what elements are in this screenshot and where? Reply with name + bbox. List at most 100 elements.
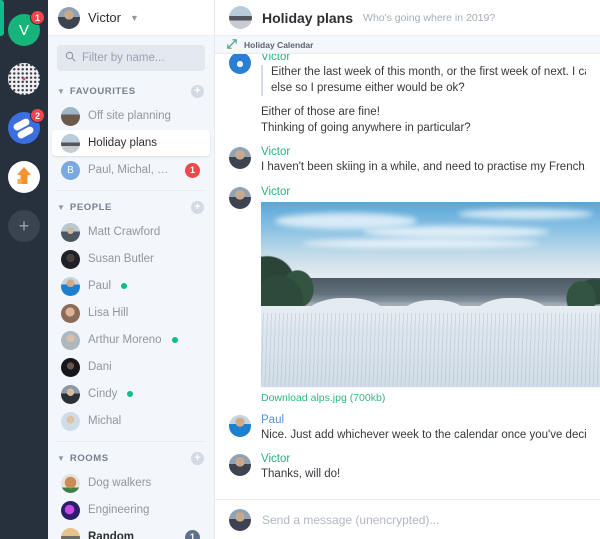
avatar: [61, 358, 80, 377]
message-sender: Victor: [261, 54, 586, 65]
avatar: [61, 304, 80, 323]
list-item[interactable]: Holiday plans: [52, 130, 210, 156]
space-avatar-arrow[interactable]: [8, 161, 40, 193]
list-item[interactable]: Dani: [52, 354, 210, 380]
message-text: I haven't been skiing in a while, and ne…: [261, 160, 586, 176]
list-item[interactable]: Random 1: [52, 524, 210, 539]
section-people: ▼ PEOPLE + Matt Crawford Susan Butler Pa…: [48, 197, 214, 434]
room-list-panel: Victor ▼ ▼ FAVOURITES + Off: [48, 0, 215, 539]
message-sender: Victor: [261, 184, 600, 200]
message-event: Paul Nice. Just add whichever week to th…: [215, 410, 600, 446]
room-list-scroll[interactable]: ▼ FAVOURITES + Off site planning Holiday…: [48, 75, 214, 539]
active-space-indicator: [0, 0, 4, 36]
section-header-people[interactable]: ▼ PEOPLE +: [48, 197, 214, 218]
avatar: [229, 54, 251, 74]
list-item-label: Susan Butler: [88, 253, 200, 265]
presence-online-icon: [172, 337, 178, 343]
list-item[interactable]: Michal: [52, 408, 210, 434]
conversation-panel: Holiday plans Who's going where in 2019?…: [215, 0, 600, 539]
search-box[interactable]: [57, 45, 205, 71]
space-blue-badge: 2: [30, 108, 45, 123]
list-item[interactable]: Dog walkers: [52, 470, 210, 496]
message-text: else so I presume either would be ok?: [271, 81, 586, 97]
list-item-label: Off site planning: [88, 110, 200, 122]
unread-badge: 1: [185, 163, 200, 178]
space-avatar-blue[interactable]: 2: [8, 112, 40, 144]
section-header-favourites[interactable]: ▼ FAVOURITES +: [48, 81, 214, 102]
avatar: [61, 501, 80, 520]
presence-online-icon: [121, 283, 127, 289]
list-item-label: Engineering: [88, 504, 200, 516]
section-favourites: ▼ FAVOURITES + Off site planning Holiday…: [48, 81, 214, 183]
avatar: [61, 277, 80, 296]
add-person-button[interactable]: +: [191, 201, 204, 214]
avatar: [61, 528, 80, 539]
message-timeline[interactable]: Victor Either the last week of this mont…: [215, 54, 600, 499]
avatar: [229, 454, 251, 476]
room-widget-bar[interactable]: Holiday Calendar: [215, 36, 600, 54]
room-topic: Who's going where in 2019?: [363, 12, 495, 24]
avatar: [61, 250, 80, 269]
section-header-rooms[interactable]: ▼ ROOMS +: [48, 448, 214, 469]
list-item-label: Paul, Michal, Giorgio...: [88, 164, 177, 176]
message-event: Victor I haven't been skiing in a while,…: [215, 136, 600, 178]
list-item[interactable]: Paul: [52, 273, 210, 299]
orange-arrow-icon: [8, 161, 40, 193]
list-item-label: Matt Crawford: [88, 226, 200, 238]
list-item[interactable]: Lisa Hill: [52, 300, 210, 326]
chevron-down-icon: ▼: [57, 454, 65, 463]
avatar: [61, 107, 80, 126]
avatar: [229, 415, 251, 437]
add-room-button[interactable]: +: [191, 452, 204, 465]
avatar: B: [61, 161, 80, 180]
message-text: Either the last week of this month, or t…: [271, 65, 586, 81]
list-item-label: Arthur Moreno: [88, 334, 162, 346]
space-avatar-dots[interactable]: [8, 63, 40, 95]
chevron-down-icon: ▼: [57, 87, 65, 96]
list-item-label: Cindy: [88, 388, 117, 400]
avatar: [61, 331, 80, 350]
user-menu[interactable]: Victor ▼: [48, 0, 214, 36]
list-item[interactable]: Off site planning: [52, 103, 210, 129]
list-item-label: Dog walkers: [88, 477, 200, 489]
list-item-label: Random: [88, 531, 177, 539]
message-sender: Paul: [261, 412, 586, 428]
download-attachment-link[interactable]: Download alps.jpg (700kb): [261, 390, 600, 408]
message-text: Thinking of going anywhere in particular…: [215, 120, 600, 136]
list-item[interactable]: Cindy: [52, 381, 210, 407]
message-event: Victor Either the last week of this mont…: [215, 54, 600, 98]
space-v-badge: 1: [30, 10, 45, 25]
add-favourite-button[interactable]: +: [191, 85, 204, 98]
avatar: [229, 6, 252, 29]
add-space-button[interactable]: +: [8, 210, 40, 242]
presence-online-icon: [127, 391, 133, 397]
message-composer[interactable]: [215, 499, 600, 539]
unread-badge: 1: [185, 530, 200, 539]
quoted-message: Either the last week of this month, or t…: [261, 65, 586, 96]
list-item[interactable]: Matt Crawford: [52, 219, 210, 245]
section-rooms: ▼ ROOMS + Dog walkers Engineering Random…: [48, 448, 214, 539]
message-event: Victor Thanks, will do!: [215, 445, 600, 485]
list-item-label: Dani: [88, 361, 200, 373]
expand-arrows-icon[interactable]: [227, 36, 237, 54]
avatar: [229, 187, 251, 209]
list-item-label: Holiday plans: [88, 137, 200, 149]
list-item[interactable]: Susan Butler: [52, 246, 210, 272]
message-text: Either of those are fine!: [215, 104, 600, 120]
widget-label: Holiday Calendar: [244, 40, 313, 50]
search-input[interactable]: [82, 52, 197, 64]
list-item[interactable]: Engineering: [52, 497, 210, 523]
avatar: [61, 474, 80, 493]
ski-slope-photo[interactable]: [261, 202, 600, 388]
space-avatar-v[interactable]: V 1: [8, 14, 40, 46]
divider: [57, 190, 205, 191]
message-event: Victor: [215, 178, 600, 410]
list-item-label: Paul: [88, 280, 111, 292]
avatar: [61, 134, 80, 153]
message-event: Either of those are fine! Thinking of go…: [215, 98, 600, 136]
list-item[interactable]: B Paul, Michal, Giorgio... 1: [52, 157, 210, 183]
list-item[interactable]: Arthur Moreno: [52, 327, 210, 353]
message-input[interactable]: [262, 513, 586, 527]
search-icon: [65, 49, 76, 67]
search-container: [48, 36, 214, 75]
